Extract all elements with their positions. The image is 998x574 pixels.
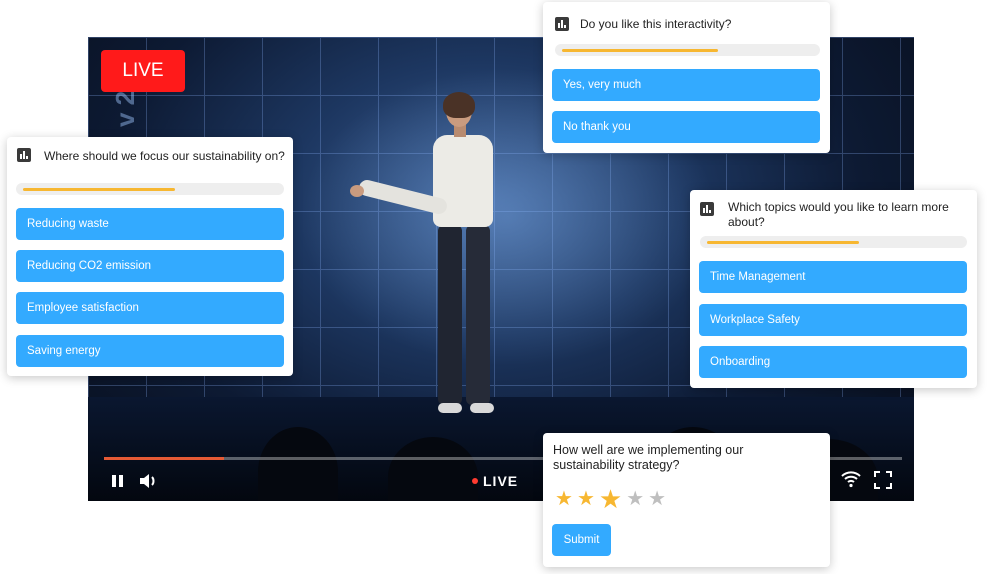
star-icon[interactable]: ★ — [648, 488, 666, 510]
poll-option[interactable]: Saving energy — [16, 335, 284, 367]
poll-card-sustainability: Where should we focus our sustainability… — [7, 137, 293, 376]
poll-option[interactable]: Yes, very much — [552, 69, 820, 101]
poll-progress-track — [16, 183, 284, 195]
poll-progress-track — [700, 236, 967, 248]
video-progress-fill — [104, 457, 224, 460]
poll-question: Where should we focus our sustainability… — [44, 149, 285, 163]
star-rating[interactable]: ★ ★ ★ ★ ★ — [555, 486, 666, 512]
poll-progress-fill — [707, 241, 859, 244]
live-badge: LIVE — [101, 50, 185, 92]
poll-card-interactivity: Do you like this interactivity? Yes, ver… — [543, 2, 830, 153]
submit-button[interactable]: Submit — [552, 524, 611, 556]
star-icon[interactable]: ★ — [599, 486, 622, 512]
poll-question: Which topics would you like to learn mor… — [728, 200, 949, 229]
poll-option[interactable]: Reducing CO2 emission — [16, 250, 284, 282]
rating-card: How well are we implementing our sustain… — [543, 433, 830, 567]
poll-progress-fill — [562, 49, 718, 52]
star-icon[interactable]: ★ — [577, 488, 595, 510]
fullscreen-icon[interactable] — [874, 471, 892, 489]
poll-option[interactable]: Reducing waste — [16, 208, 284, 240]
poll-question: Do you like this interactivity? — [580, 17, 732, 31]
poll-option[interactable]: Time Management — [699, 261, 967, 293]
live-indicator: LIVE — [472, 471, 518, 491]
poll-option[interactable]: Workplace Safety — [699, 304, 967, 336]
rating-question: How well are we implementing our sustain… — [553, 443, 744, 472]
poll-option[interactable]: No thank you — [552, 111, 820, 143]
poll-card-topics: Which topics would you like to learn mor… — [690, 190, 977, 388]
wifi-icon[interactable] — [840, 469, 862, 489]
poll-option[interactable]: Employee satisfaction — [16, 292, 284, 324]
poll-chart-icon — [555, 17, 569, 31]
poll-progress-fill — [23, 188, 175, 191]
poll-option[interactable]: Onboarding — [699, 346, 967, 378]
star-icon[interactable]: ★ — [626, 488, 644, 510]
star-icon[interactable]: ★ — [555, 488, 573, 510]
poll-chart-icon — [17, 148, 31, 162]
poll-progress-track — [555, 44, 820, 56]
volume-icon[interactable] — [138, 471, 160, 491]
live-indicator-label: LIVE — [483, 473, 519, 489]
pause-icon[interactable] — [110, 473, 126, 489]
live-dot-icon — [472, 478, 478, 484]
poll-chart-icon — [700, 202, 714, 216]
